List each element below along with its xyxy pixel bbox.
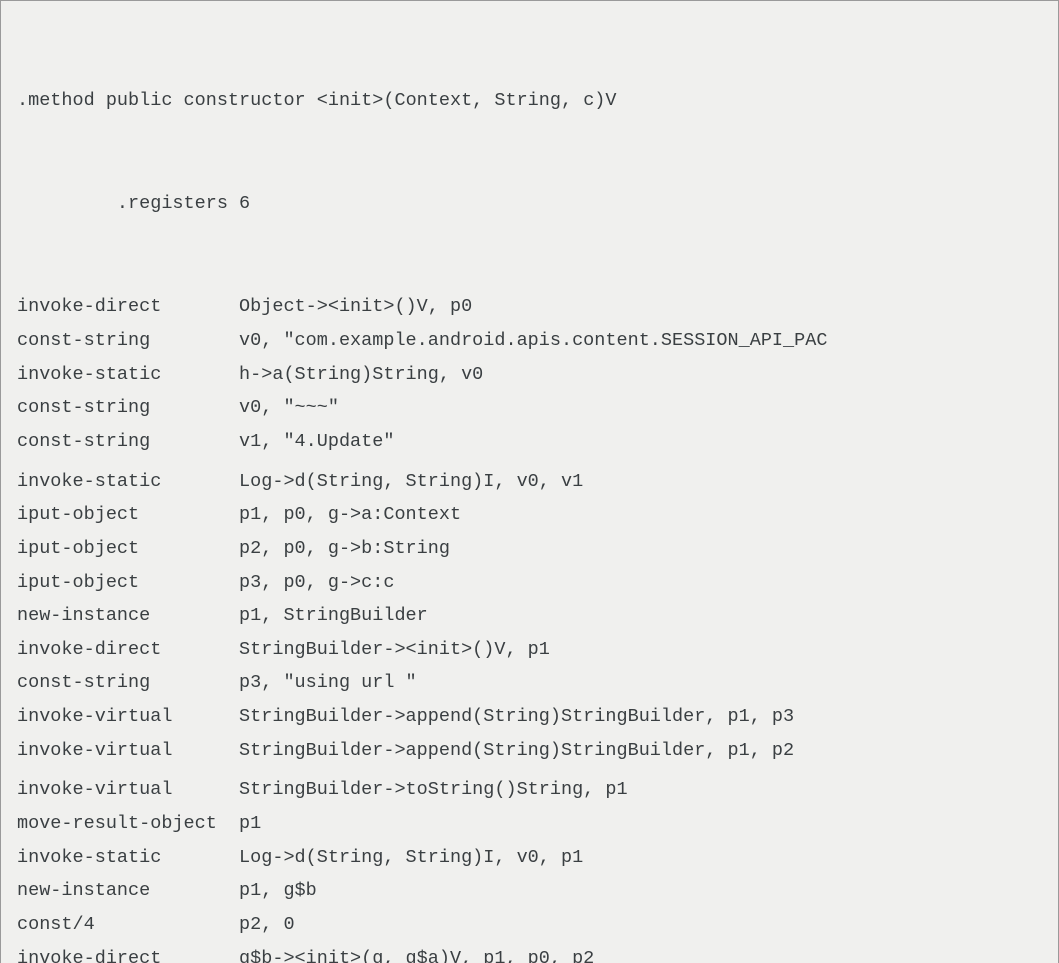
operands: p1, g$b [239, 880, 317, 901]
instruction-line: const-stringv0, "com.example.android.api… [17, 324, 1058, 358]
instruction-line: invoke-directStringBuilder-><init>()V, p… [17, 633, 1058, 667]
opcode: invoke-virtual [17, 700, 239, 734]
instruction-line: invoke-virtualStringBuilder->append(Stri… [17, 700, 1058, 734]
operands: p1, p0, g->a:Context [239, 504, 461, 525]
instruction-line: const-stringv0, "~~~" [17, 391, 1058, 425]
instruction-line: invoke-statich->a(String)String, v0 [17, 358, 1058, 392]
instruction-line: iput-objectp1, p0, g->a:Context [17, 498, 1058, 532]
instruction-group: invoke-virtualStringBuilder->toString()S… [17, 773, 1058, 963]
opcode: const-string [17, 324, 239, 358]
operands: p1 [239, 813, 261, 834]
opcode: invoke-direct [17, 633, 239, 667]
instruction-line: new-instancep1, StringBuilder [17, 599, 1058, 633]
operands: p2, 0 [239, 914, 295, 935]
opcode: new-instance [17, 599, 239, 633]
operands: Object-><init>()V, p0 [239, 296, 472, 317]
operands: StringBuilder-><init>()V, p1 [239, 639, 550, 660]
operands: v0, "~~~" [239, 397, 339, 418]
instruction-line: invoke-directObject-><init>()V, p0 [17, 290, 1058, 324]
opcode: invoke-virtual [17, 734, 239, 768]
instruction-line: const/4p2, 0 [17, 908, 1058, 942]
opcode: invoke-virtual [17, 773, 239, 807]
instruction-line: iput-objectp2, p0, g->b:String [17, 532, 1058, 566]
operands: p1, StringBuilder [239, 605, 428, 626]
instruction-line: invoke-staticLog->d(String, String)I, v0… [17, 465, 1058, 499]
instruction-group: invoke-directObject-><init>()V, p0const-… [17, 290, 1058, 458]
opcode: iput-object [17, 566, 239, 600]
opcode: const-string [17, 391, 239, 425]
operands: p3, "using url " [239, 672, 417, 693]
instruction-line: iput-objectp3, p0, g->c:c [17, 566, 1058, 600]
operands: h->a(String)String, v0 [239, 364, 483, 385]
operands: Log->d(String, String)I, v0, v1 [239, 471, 583, 492]
operands: StringBuilder->append(String)StringBuild… [239, 706, 794, 727]
instruction-line: move-result-objectp1 [17, 807, 1058, 841]
instruction-line: invoke-virtualStringBuilder->append(Stri… [17, 734, 1058, 768]
opcode: new-instance [17, 874, 239, 908]
instruction-line: invoke-virtualStringBuilder->toString()S… [17, 773, 1058, 807]
code-body: invoke-directObject-><init>()V, p0const-… [17, 290, 1058, 963]
opcode: invoke-direct [17, 290, 239, 324]
operands: p3, p0, g->c:c [239, 572, 394, 593]
code-block: .method public constructor <init>(Contex… [0, 0, 1059, 963]
opcode: invoke-static [17, 841, 239, 875]
instruction-group: invoke-staticLog->d(String, String)I, v0… [17, 465, 1058, 768]
opcode: const-string [17, 666, 239, 700]
operands: p2, p0, g->b:String [239, 538, 450, 559]
operands: v1, "4.Update" [239, 431, 394, 452]
instruction-line: const-stringv1, "4.Update" [17, 425, 1058, 459]
opcode: invoke-direct [17, 942, 239, 963]
opcode: invoke-static [17, 358, 239, 392]
opcode: const-string [17, 425, 239, 459]
operands: Log->d(String, String)I, v0, p1 [239, 847, 583, 868]
operands: v0, "com.example.android.apis.content.SE… [239, 330, 827, 351]
opcode: iput-object [17, 532, 239, 566]
instruction-line: invoke-staticLog->d(String, String)I, v0… [17, 841, 1058, 875]
operands: StringBuilder->toString()String, p1 [239, 779, 628, 800]
registers-line: .registers 6 [17, 187, 1058, 221]
method-signature: .method public constructor <init>(Contex… [17, 84, 1058, 118]
instruction-line: new-instancep1, g$b [17, 874, 1058, 908]
operands: StringBuilder->append(String)StringBuild… [239, 740, 794, 761]
operands: g$b-><init>(g, g$a)V, p1, p0, p2 [239, 948, 594, 963]
opcode: const/4 [17, 908, 239, 942]
opcode: iput-object [17, 498, 239, 532]
opcode: move-result-object [17, 807, 239, 841]
instruction-line: invoke-directg$b-><init>(g, g$a)V, p1, p… [17, 942, 1058, 963]
opcode: invoke-static [17, 465, 239, 499]
instruction-line: const-stringp3, "using url " [17, 666, 1058, 700]
